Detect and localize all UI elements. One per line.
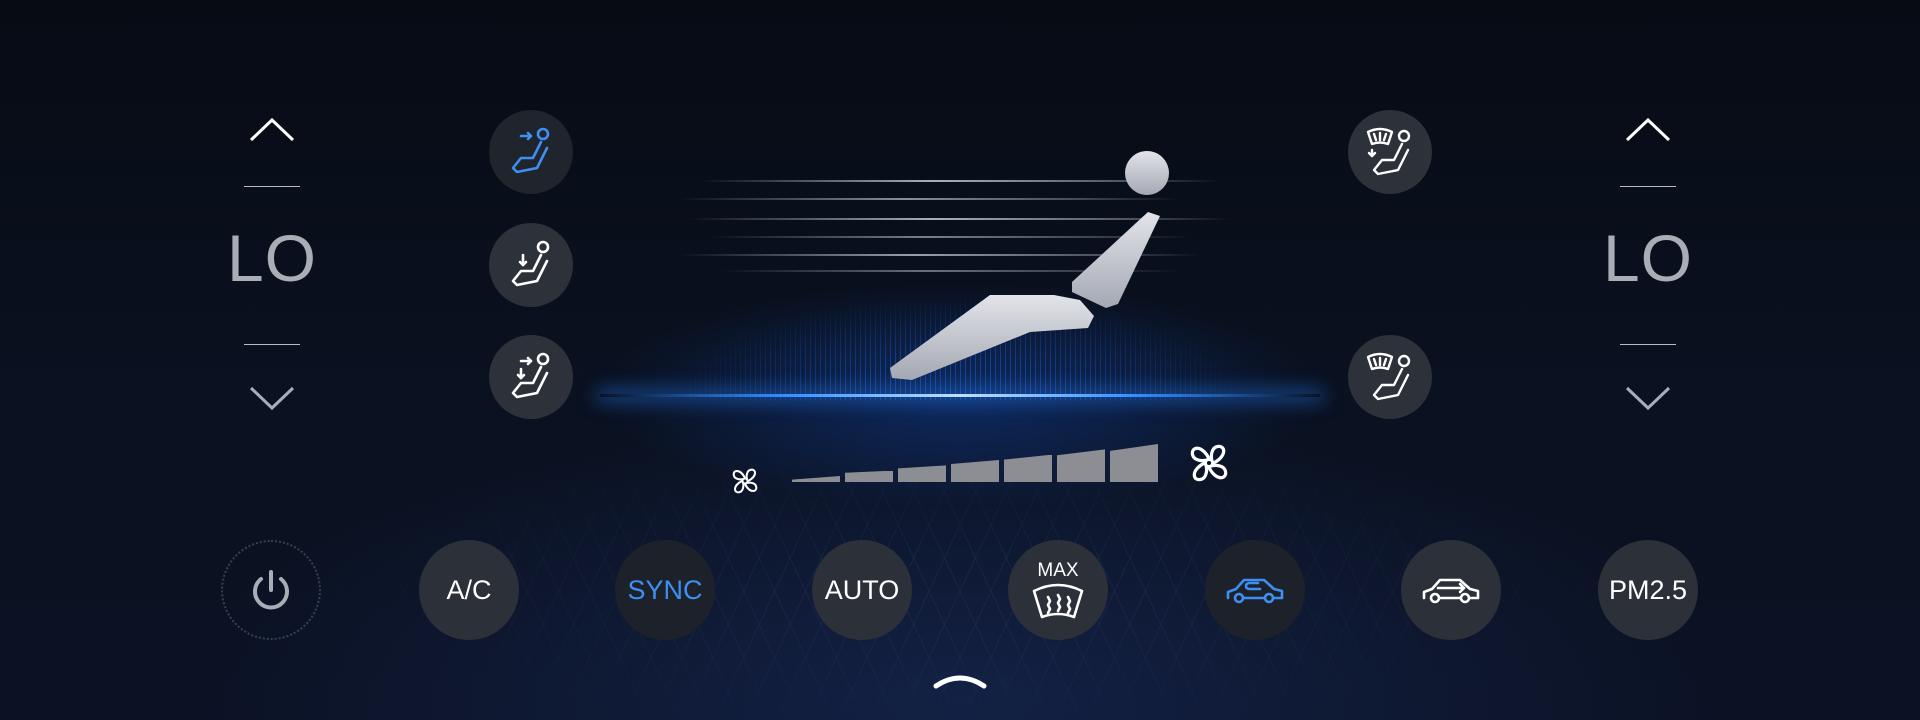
fan-speed-bars[interactable]: [726, 438, 1236, 502]
right-temp-down-button[interactable]: [1618, 378, 1678, 418]
seat-defrost-foot-airflow-icon: [1366, 127, 1411, 176]
pm25-button[interactable]: PM2.5: [1598, 540, 1698, 640]
left-temperature-value: LO: [226, 221, 318, 295]
recirculation-button[interactable]: [1205, 540, 1305, 640]
fan-speed-bar-4[interactable]: [951, 460, 999, 482]
left-temp-up-button[interactable]: [242, 110, 302, 150]
chevron-up-icon: [249, 117, 295, 142]
seat-foot-airflow-icon: [511, 240, 550, 287]
panel-expand-handle[interactable]: [930, 668, 990, 690]
ac-button[interactable]: A/C: [419, 540, 519, 640]
left-mode-foot-button[interactable]: [489, 223, 573, 307]
sync-button-label: SYNC: [627, 574, 703, 605]
fan-speed-bar-3[interactable]: [898, 465, 946, 482]
left-temp-divider-bottom: [244, 344, 300, 345]
right-temp-divider-top: [1620, 186, 1676, 187]
fan-speed-bar-2[interactable]: [845, 470, 893, 482]
pm25-button-label: PM2.5: [1608, 574, 1688, 605]
car-recirculation-icon: [1226, 578, 1284, 604]
max-defrost-button[interactable]: MAX: [1008, 540, 1108, 640]
power-button[interactable]: [221, 540, 321, 640]
chevron-down-icon: [249, 386, 295, 411]
seat-face-airflow-icon: [511, 127, 550, 174]
sync-button[interactable]: SYNC: [615, 540, 715, 640]
right-mode-defrost-button[interactable]: [1348, 335, 1432, 419]
fan-speed-bar-6[interactable]: [1057, 449, 1105, 482]
right-mode-defrost-foot-button[interactable]: [1348, 110, 1432, 194]
car-fresh-air-icon: [1422, 578, 1480, 604]
power-icon: [253, 570, 289, 610]
left-mode-face-button[interactable]: [489, 110, 573, 194]
ac-button-label: A/C: [446, 574, 492, 605]
seat-face-foot-airflow-icon: [511, 352, 550, 399]
left-temperature-control: LO: [212, 100, 332, 430]
fresh-air-button[interactable]: [1401, 540, 1501, 640]
auto-button-label: AUTO: [824, 574, 900, 605]
seat-defrost-airflow-icon: [1366, 352, 1411, 401]
left-temp-divider-top: [244, 186, 300, 187]
seated-occupant-figure: [890, 151, 1169, 380]
windshield-defrost-icon: [1032, 583, 1084, 619]
chevron-up-handle-icon: [933, 675, 987, 689]
fan-speed-bar-7[interactable]: [1110, 444, 1158, 482]
fan-speed-bar-5[interactable]: [1004, 454, 1052, 482]
max-defrost-label: MAX: [1037, 560, 1079, 581]
fan-high-icon[interactable]: [1184, 438, 1234, 488]
left-mode-face-foot-button[interactable]: [489, 335, 573, 419]
right-temp-divider-bottom: [1620, 344, 1676, 345]
right-temp-up-button[interactable]: [1618, 110, 1678, 150]
auto-button[interactable]: AUTO: [812, 540, 912, 640]
left-temp-down-button[interactable]: [242, 378, 302, 418]
chevron-down-icon: [1625, 386, 1671, 411]
chevron-up-icon: [1625, 117, 1671, 142]
fan-speed-bar-1[interactable]: [792, 476, 840, 482]
right-temperature-control: LO: [1588, 100, 1708, 430]
right-temperature-value: LO: [1602, 221, 1694, 295]
